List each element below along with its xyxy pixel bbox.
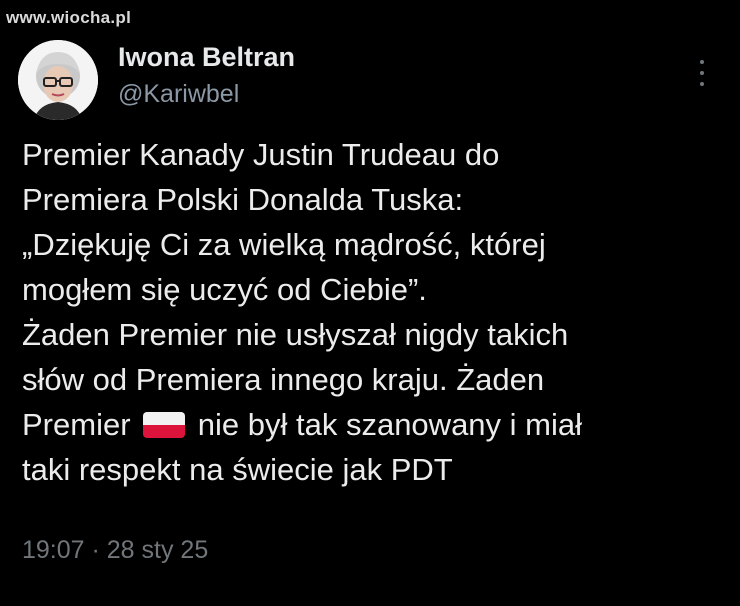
site-watermark: www.wiocha.pl	[6, 8, 132, 27]
poland-flag-icon	[143, 412, 186, 438]
tweet-line: taki respekt na świecie jak PDT	[22, 452, 453, 487]
avatar[interactable]	[18, 40, 98, 120]
tweet-line: mogłem się uczyć od Ciebie”.	[22, 272, 427, 307]
avatar-image	[18, 40, 98, 120]
tweet-line-with-flag: Premier nie był tak szanowany i miał	[22, 402, 722, 447]
tweet-text-fragment: Premier	[22, 407, 131, 442]
tweet-text-fragment: nie był tak szanowany i miał	[197, 407, 582, 442]
more-dot	[700, 71, 704, 75]
author-name[interactable]: Iwona Beltran	[118, 42, 295, 73]
tweet-timestamp[interactable]: 19:07 · 28 sty 25	[22, 536, 208, 565]
author-handle[interactable]: @Kariwbel	[118, 80, 239, 109]
tweet-line: słów od Premiera innego kraju. Żaden	[22, 362, 545, 397]
more-dot	[700, 82, 704, 86]
more-options-icon[interactable]	[692, 58, 712, 88]
more-dot	[700, 60, 704, 64]
tweet-text: Premier Kanady Justin Trudeau do Premier…	[22, 132, 722, 492]
tweet-line: Premiera Polski Donalda Tuska:	[22, 182, 464, 217]
tweet-line: „Dziękuję Ci za wielką mądrość, której	[22, 227, 546, 262]
tweet-line: Premier Kanady Justin Trudeau do	[22, 137, 500, 172]
tweet-line: Żaden Premier nie usłyszał nigdy takich	[22, 317, 569, 352]
